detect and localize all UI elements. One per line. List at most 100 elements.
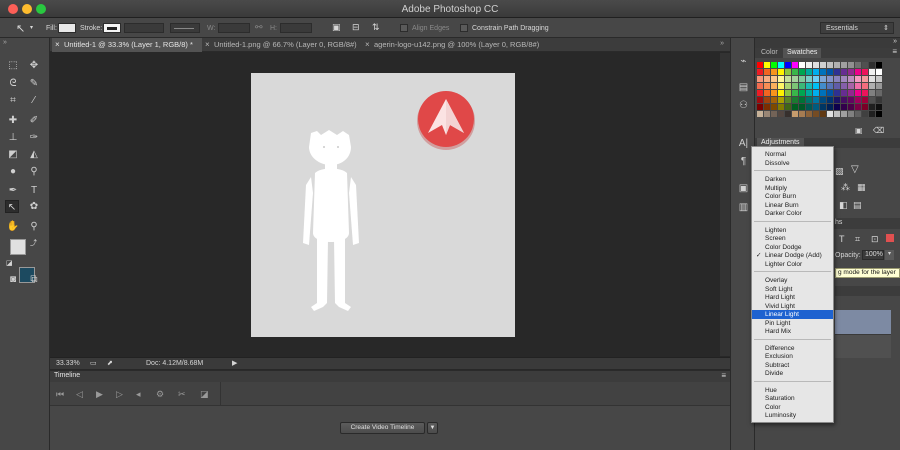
blend-mode-item[interactable]: Darker Color [752, 209, 833, 218]
tab-untitled-1-png[interactable]: × Untitled-1.png @ 66.7% (Layer 0, RGB/8… [202, 38, 362, 52]
swatch[interactable] [876, 97, 882, 103]
swatch[interactable] [785, 62, 791, 68]
swatch[interactable] [848, 69, 854, 75]
tabs-overflow-icon[interactable]: » [720, 40, 724, 47]
blend-mode-item[interactable]: Luminosity [752, 411, 833, 420]
swatch[interactable] [785, 111, 791, 117]
swatch[interactable] [764, 76, 770, 82]
swatch[interactable] [778, 111, 784, 117]
swatch[interactable] [813, 104, 819, 110]
swatch[interactable] [785, 104, 791, 110]
swatch[interactable] [757, 97, 763, 103]
swatch[interactable] [848, 97, 854, 103]
blend-mode-item[interactable]: Lighter Color [752, 260, 833, 269]
swap-colors-icon[interactable]: ⤴ [30, 238, 37, 248]
chevron-down-icon[interactable]: ▾ [30, 24, 33, 31]
swatch[interactable] [834, 62, 840, 68]
swatch[interactable] [827, 111, 833, 117]
swatch[interactable] [834, 111, 840, 117]
swatch[interactable] [869, 97, 875, 103]
swatch[interactable] [820, 111, 826, 117]
swatch[interactable] [785, 76, 791, 82]
swatch[interactable] [813, 83, 819, 89]
swatch[interactable] [785, 83, 791, 89]
trash-icon[interactable]: ⌫ [873, 126, 884, 135]
swatch[interactable] [806, 90, 812, 96]
dodge-tool-icon[interactable]: ⚲ [27, 165, 41, 178]
paragraph-panel-icon[interactable]: ¶ [737, 156, 750, 168]
create-video-timeline-button[interactable]: Create Video Timeline [340, 422, 425, 434]
swatch[interactable] [764, 104, 770, 110]
swatch[interactable] [778, 62, 784, 68]
swatch[interactable] [778, 90, 784, 96]
swatch[interactable] [841, 104, 847, 110]
filter-toggle[interactable] [886, 234, 894, 242]
type-tool-icon[interactable]: T [27, 184, 41, 197]
swatch[interactable] [855, 90, 861, 96]
swatch[interactable] [771, 83, 777, 89]
blend-mode-item[interactable]: Dissolve [752, 159, 833, 168]
custom-shape-tool-icon[interactable]: ✿ [27, 200, 41, 213]
timeline-type-dropdown[interactable]: ▼ [427, 422, 438, 434]
swatch[interactable] [848, 111, 854, 117]
align-edges-checkbox[interactable] [400, 24, 408, 32]
swatch[interactable] [820, 83, 826, 89]
tab-color[interactable]: Color [757, 48, 782, 58]
swatch[interactable] [771, 97, 777, 103]
brush-tool-icon[interactable]: ✐ [27, 114, 41, 127]
first-frame-icon[interactable]: ⏮ [56, 389, 64, 400]
swatch[interactable] [799, 69, 805, 75]
tab-untitled-1[interactable]: × Untitled-1 @ 33.3% (Layer 1, RGB/8) * [52, 38, 202, 52]
history-panel-icon[interactable]: ⌁ [737, 56, 750, 68]
close-tab-icon[interactable]: × [365, 38, 370, 52]
new-swatch-icon[interactable]: ▣ [855, 126, 863, 135]
swatch[interactable] [876, 83, 882, 89]
status-menu-arrow-icon[interactable]: ▶ [232, 359, 237, 367]
spot-healing-tool-icon[interactable]: ✚ [6, 114, 20, 127]
color-lookup-icon[interactable]: ▦ [857, 182, 866, 193]
audio-icon[interactable]: ◂ [136, 389, 141, 400]
swatch[interactable] [813, 111, 819, 117]
swatch[interactable] [792, 62, 798, 68]
path-arrangement-icon[interactable]: ⇅ [372, 22, 380, 33]
swatch[interactable] [827, 62, 833, 68]
swatch[interactable] [778, 83, 784, 89]
swatch[interactable] [778, 97, 784, 103]
timeline-title[interactable]: Timeline [54, 372, 80, 379]
eraser-tool-icon[interactable]: ◩ [6, 148, 20, 161]
swatch[interactable] [848, 83, 854, 89]
swatch[interactable] [855, 111, 861, 117]
swatch[interactable] [855, 97, 861, 103]
tab-swatches[interactable]: Swatches [783, 48, 822, 58]
triangle-adjust-icon[interactable]: ▽ [851, 164, 859, 175]
transition-icon[interactable]: ◪ [200, 389, 209, 400]
link-icon[interactable]: ⚯ [255, 22, 263, 33]
swatch[interactable] [771, 90, 777, 96]
hand-tool-icon[interactable]: ✋ [6, 220, 20, 233]
swatch[interactable] [764, 97, 770, 103]
swatch[interactable] [764, 62, 770, 68]
blend-mode-menu[interactable]: Normal Dissolve Darken Multiply Color Burn Li… [751, 146, 834, 423]
swatch[interactable] [876, 90, 882, 96]
swatch[interactable] [841, 62, 847, 68]
swatch[interactable] [855, 62, 861, 68]
blur-tool-icon[interactable]: ● [6, 165, 20, 178]
swatch[interactable] [862, 76, 868, 82]
swatch[interactable] [778, 69, 784, 75]
path-operations-icon[interactable]: ▣ [332, 22, 341, 33]
swatch[interactable] [862, 111, 868, 117]
tab-paths-fragment[interactable]: hs [835, 219, 842, 226]
swatch[interactable] [792, 69, 798, 75]
swatch[interactable] [834, 83, 840, 89]
swatch[interactable] [771, 104, 777, 110]
swatch[interactable] [820, 97, 826, 103]
swatch[interactable] [862, 83, 868, 89]
swatch[interactable] [792, 111, 798, 117]
swatch[interactable] [834, 104, 840, 110]
quick-mask-icon[interactable]: ◙ [6, 273, 20, 286]
swatch[interactable] [834, 90, 840, 96]
swatch[interactable] [827, 97, 833, 103]
swatch[interactable] [820, 69, 826, 75]
height-input[interactable] [280, 23, 312, 33]
swatch[interactable] [869, 76, 875, 82]
